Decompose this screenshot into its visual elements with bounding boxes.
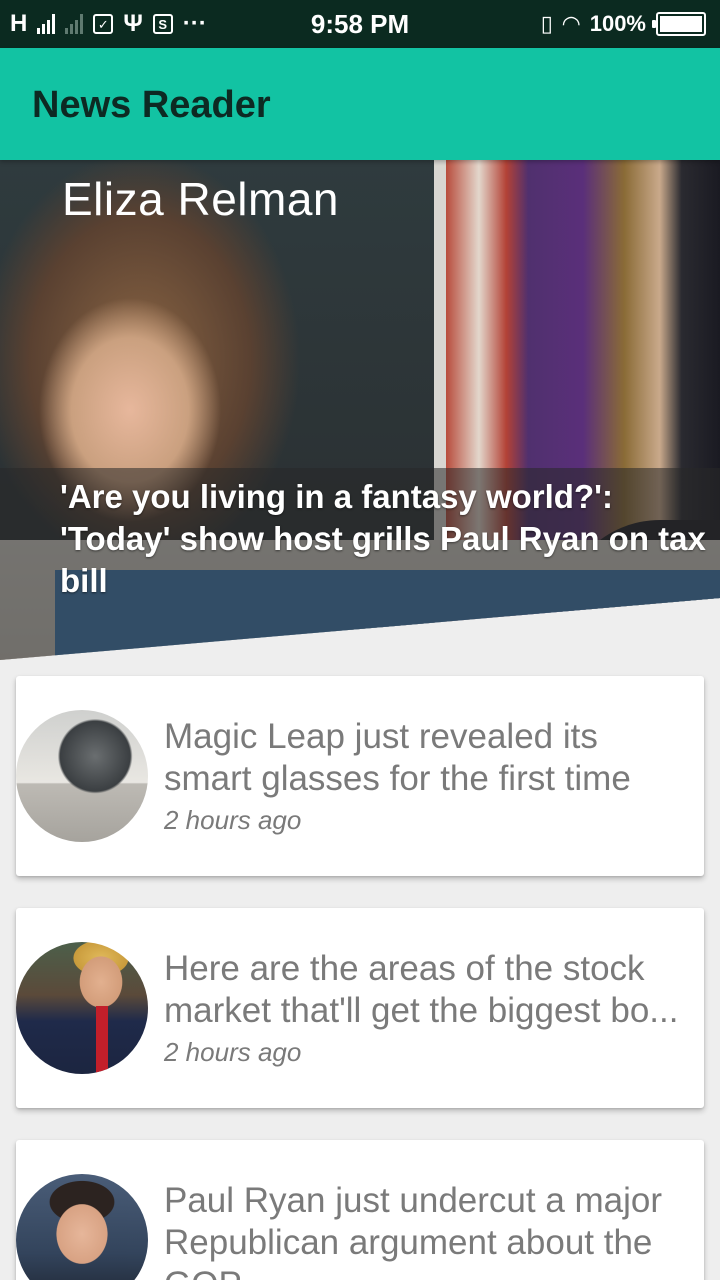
status-right: ▯ ◠ 100% bbox=[541, 0, 706, 48]
app-title: News Reader bbox=[32, 84, 271, 126]
battery-icon bbox=[652, 12, 706, 36]
article-card[interactable]: Magic Leap just revealed its smart glass… bbox=[16, 676, 704, 876]
signal-weak-icon bbox=[65, 14, 84, 34]
status-time: 9:58 PM bbox=[310, 8, 410, 39]
article-title: Paul Ryan just undercut a major Republic… bbox=[164, 1181, 663, 1280]
article-text: Magic Leap just revealed its smart glass… bbox=[164, 716, 684, 838]
network-type-label: H bbox=[10, 10, 28, 37]
article-time: 2 hours ago bbox=[164, 805, 302, 835]
article-thumbnail bbox=[16, 942, 148, 1074]
article-title: Magic Leap just revealed its smart glass… bbox=[164, 717, 631, 798]
article-text: Paul Ryan just undercut a major Republic… bbox=[164, 1180, 684, 1280]
usb-icon: Ψ bbox=[123, 10, 143, 37]
article-time: 2 hours ago bbox=[164, 1037, 302, 1067]
article-title: Here are the areas of the stock market t… bbox=[164, 949, 679, 1030]
article-thumbnail bbox=[16, 1174, 148, 1280]
thumbnail-tie bbox=[96, 1006, 108, 1074]
hero-author: Eliza Relman bbox=[62, 173, 339, 225]
article-thumbnail bbox=[16, 710, 148, 842]
wifi-icon: ◠ bbox=[562, 11, 580, 36]
status-bar: H ✓ Ψ S ··· 9:58 PM ▯ ◠ 100% bbox=[0, 0, 720, 48]
app-bar: News Reader bbox=[0, 48, 720, 160]
status-left: H ✓ Ψ S ··· bbox=[10, 0, 207, 48]
article-card[interactable]: Paul Ryan just undercut a major Republic… bbox=[16, 1140, 704, 1280]
article-text: Here are the areas of the stock market t… bbox=[164, 948, 684, 1070]
battery-percent: 100% bbox=[589, 11, 646, 36]
vibrate-icon: ▯ bbox=[540, 11, 553, 36]
screenshot-icon: S bbox=[152, 14, 173, 34]
featured-article[interactable]: Eliza Relman 'Are you living in a fantas… bbox=[0, 160, 720, 660]
article-card[interactable]: Here are the areas of the stock market t… bbox=[16, 908, 704, 1108]
battery-fill bbox=[660, 16, 702, 32]
checkbox-icon: ✓ bbox=[93, 14, 114, 34]
hero-headline: 'Are you living in a fantasy world?': 'T… bbox=[60, 478, 706, 599]
more-icon: ··· bbox=[182, 10, 207, 37]
signal-icon bbox=[37, 14, 56, 34]
